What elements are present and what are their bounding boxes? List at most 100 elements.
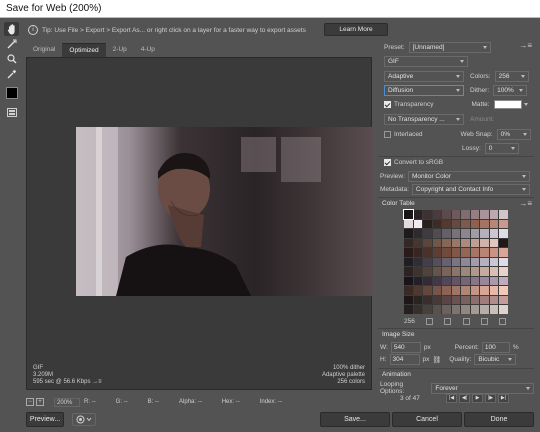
color-swatch[interactable] xyxy=(480,276,489,286)
color-swatch[interactable] xyxy=(432,305,442,314)
matte-dropdown-icon[interactable] xyxy=(523,103,528,106)
color-swatch[interactable] xyxy=(413,257,423,267)
color-swatch[interactable] xyxy=(461,238,470,248)
metadata-select[interactable]: Copyright and Contact Info xyxy=(411,184,530,195)
color-swatch[interactable] xyxy=(499,286,508,295)
color-swatch[interactable] xyxy=(489,210,499,219)
color-swatch[interactable] xyxy=(499,248,508,257)
color-swatch[interactable] xyxy=(423,248,432,257)
color-swatch[interactable] xyxy=(442,229,451,238)
color-swatch[interactable] xyxy=(451,257,461,267)
color-swatch[interactable] xyxy=(442,248,451,257)
done-button[interactable]: Done xyxy=(464,412,534,427)
color-swatch[interactable] xyxy=(470,219,480,229)
color-swatch[interactable] xyxy=(499,276,508,286)
web-shift-icon[interactable] xyxy=(444,318,452,325)
play-icon[interactable]: ▶ xyxy=(472,394,483,403)
hand-tool-icon[interactable] xyxy=(4,22,19,36)
color-swatch[interactable] xyxy=(451,276,461,286)
color-swatch[interactable] xyxy=(470,295,480,305)
previous-frame-icon[interactable]: ◀| xyxy=(459,394,470,403)
transparency-checkbox[interactable] xyxy=(384,101,391,108)
convert-srgb-checkbox[interactable] xyxy=(384,159,391,166)
color-swatch[interactable] xyxy=(404,276,413,286)
color-swatch[interactable] xyxy=(451,286,461,295)
color-swatch[interactable] xyxy=(489,286,499,295)
color-swatch[interactable] xyxy=(480,295,489,305)
color-swatch[interactable] xyxy=(489,305,499,314)
color-swatch[interactable] xyxy=(470,286,480,295)
color-swatch[interactable] xyxy=(480,210,489,219)
color-swatch[interactable] xyxy=(470,229,480,238)
toggle-slices-icon[interactable] xyxy=(4,105,19,119)
color-swatch[interactable] xyxy=(480,257,489,267)
color-swatch[interactable] xyxy=(451,229,461,238)
color-swatch[interactable] xyxy=(404,295,413,305)
color-swatch[interactable] xyxy=(480,238,489,248)
dither-amount-select[interactable]: 100% xyxy=(493,85,528,96)
color-swatch[interactable] xyxy=(480,219,489,229)
color-swatch[interactable] xyxy=(499,305,508,314)
eyedropper-color-swatch[interactable] xyxy=(6,87,18,99)
zoom-tool-icon[interactable] xyxy=(4,52,19,66)
color-swatch[interactable] xyxy=(423,238,432,248)
color-reduction-select[interactable]: Adaptive xyxy=(384,71,464,82)
new-color-icon[interactable] xyxy=(480,318,488,325)
color-swatch[interactable] xyxy=(404,305,413,314)
color-swatch[interactable] xyxy=(432,229,442,238)
preview-color-select[interactable]: Monitor Color xyxy=(407,171,530,182)
color-swatch[interactable] xyxy=(489,295,499,305)
interlaced-checkbox[interactable] xyxy=(384,131,391,138)
constrain-proportions-icon[interactable]: ⛓ xyxy=(432,356,441,364)
color-swatch[interactable] xyxy=(423,219,432,229)
lossy-select[interactable]: 0 xyxy=(484,143,519,154)
dither-algorithm-select[interactable]: Diffusion xyxy=(384,85,464,96)
color-swatch[interactable] xyxy=(480,286,489,295)
color-swatch[interactable] xyxy=(442,267,451,276)
color-swatch[interactable] xyxy=(442,286,451,295)
color-swatch[interactable] xyxy=(461,219,470,229)
browser-select-icon[interactable] xyxy=(72,413,96,426)
color-swatch[interactable] xyxy=(499,210,508,219)
color-swatch[interactable] xyxy=(499,238,508,248)
eyedropper-tool-icon[interactable] xyxy=(4,67,19,81)
color-swatch[interactable] xyxy=(404,219,413,229)
tab-optimized[interactable]: Optimized xyxy=(62,43,106,57)
color-swatch[interactable] xyxy=(499,267,508,276)
color-swatch[interactable] xyxy=(480,305,489,314)
color-swatch[interactable] xyxy=(461,257,470,267)
color-swatch[interactable] xyxy=(404,286,413,295)
color-swatch[interactable] xyxy=(413,238,423,248)
color-swatch[interactable] xyxy=(499,295,508,305)
matte-color-swatch[interactable] xyxy=(493,100,522,109)
color-swatch[interactable] xyxy=(489,276,499,286)
transparency-dither-select[interactable]: No Transparency ... xyxy=(384,114,464,125)
web-snap-select[interactable]: 0% xyxy=(496,129,531,140)
color-swatch[interactable] xyxy=(442,276,451,286)
color-swatch[interactable] xyxy=(461,295,470,305)
color-swatch[interactable] xyxy=(461,267,470,276)
zoom-level-select[interactable]: 200% xyxy=(54,397,80,407)
color-swatch[interactable] xyxy=(432,267,442,276)
quality-select[interactable]: Bicubic xyxy=(474,354,517,365)
color-swatch[interactable] xyxy=(461,210,470,219)
zoom-in-button[interactable]: + xyxy=(36,398,44,406)
color-swatch[interactable] xyxy=(489,219,499,229)
tab-original[interactable]: Original xyxy=(26,43,62,57)
color-swatch[interactable] xyxy=(489,267,499,276)
color-swatch[interactable] xyxy=(470,238,480,248)
first-frame-icon[interactable]: |◀ xyxy=(446,394,457,403)
color-swatch[interactable] xyxy=(413,229,423,238)
color-swatch[interactable] xyxy=(432,248,442,257)
looping-select[interactable]: Forever xyxy=(431,382,534,394)
color-swatch[interactable] xyxy=(461,286,470,295)
color-swatch[interactable] xyxy=(404,267,413,276)
color-swatch[interactable] xyxy=(423,305,432,314)
color-swatch[interactable] xyxy=(499,229,508,238)
color-swatch[interactable] xyxy=(461,229,470,238)
slice-select-tool-icon[interactable] xyxy=(4,37,19,51)
color-swatch[interactable] xyxy=(470,210,480,219)
color-swatch[interactable] xyxy=(451,219,461,229)
learn-more-button[interactable]: Learn More xyxy=(324,23,388,36)
color-swatch[interactable] xyxy=(432,219,442,229)
